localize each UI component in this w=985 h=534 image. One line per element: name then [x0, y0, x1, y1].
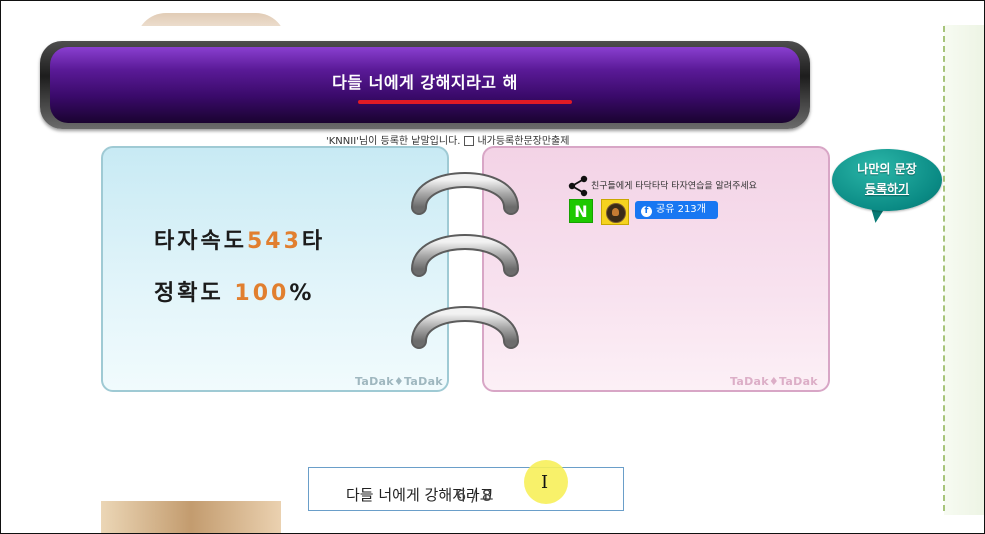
background-decoration-bottom — [101, 501, 281, 533]
page-counter: 6 / 8 — [456, 486, 492, 505]
share-icon[interactable] — [567, 175, 589, 197]
naver-icon: N — [574, 202, 588, 221]
accuracy-value: 100 — [234, 281, 290, 306]
register-sentence-label[interactable]: 나만의 문장 등록하기 — [832, 159, 942, 199]
facebook-share-button[interactable]: f 공유 213개 — [635, 201, 718, 219]
watermark-right: TaDak♦TaDak — [730, 375, 818, 388]
facebook-share-label: 공유 213개 — [656, 204, 706, 215]
speed-unit: 타 — [301, 229, 326, 254]
background-decoration-right — [944, 25, 984, 515]
binder-ring-bottom — [411, 306, 519, 349]
register-line-1: 나만의 문장 — [857, 162, 917, 176]
app-window: 다들 너에게 강해지라고 해 'KNNII'님이 등록한 낱말입니다. 내가등록한… — [0, 0, 985, 534]
register-line-2: 등록하기 — [864, 182, 910, 196]
kakaostory-share-button[interactable] — [601, 199, 629, 225]
naver-share-button[interactable]: N — [569, 199, 593, 223]
kakaostory-icon — [606, 203, 626, 223]
share-prompt: 친구들에게 타닥타닥 타자연습을 알려주세요 — [567, 175, 757, 197]
typing-speed: 타자속도543타 — [154, 223, 325, 255]
accuracy-label: 정확도 — [154, 281, 224, 306]
facebook-icon: f — [641, 206, 652, 217]
watermark-left: TaDak♦TaDak — [355, 375, 443, 388]
binder-ring-top — [411, 172, 519, 215]
binder-ring-middle — [411, 234, 519, 277]
accuracy-unit: % — [289, 281, 315, 306]
typing-accuracy: 정확도 100% — [154, 275, 314, 307]
speed-value: 543 — [246, 229, 302, 254]
registration-line: 'KNNII'님이 등록한 낱말입니다. 내가등록한문장만출제 — [326, 132, 569, 147]
my-sentences-checkbox[interactable] — [464, 136, 475, 146]
share-prompt-text: 친구들에게 타닥타닥 타자연습을 알려주세요 — [591, 181, 757, 192]
speed-label: 타자속도 — [154, 229, 247, 254]
dashed-divider — [943, 26, 945, 511]
text-cursor-icon: I — [541, 472, 549, 493]
title-underline — [358, 100, 572, 104]
result-card — [101, 146, 449, 392]
sentence-title: 다들 너에게 강해지라고 해 — [332, 73, 518, 92]
